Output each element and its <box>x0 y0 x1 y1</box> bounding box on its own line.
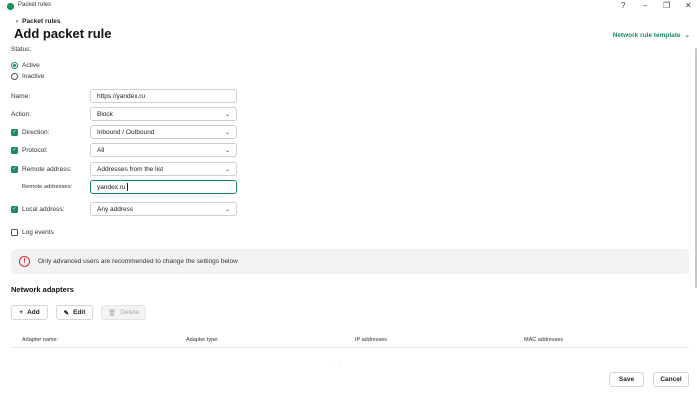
direction-label: Direction: <box>22 129 50 136</box>
radio-active[interactable]: Active <box>11 62 40 69</box>
local-address-select-value: Any address <box>97 205 134 213</box>
name-input-value: https://yandex.ru <box>97 92 146 100</box>
trash-icon: 🗑 <box>107 309 117 317</box>
action-select[interactable]: Block ⌄ <box>90 107 237 121</box>
column-adapter-type[interactable]: Adapter type: <box>186 337 219 343</box>
remote-address-checkbox[interactable]: ✓ <box>11 166 18 173</box>
radio-inactive-indicator[interactable] <box>11 73 18 80</box>
local-address-label: Local address: <box>22 206 65 213</box>
radio-active-label: Active <box>22 62 40 69</box>
direction-checkbox[interactable]: ✓ <box>11 129 18 136</box>
template-link-label: Network rule template <box>612 31 681 39</box>
vertical-scrollbar[interactable] <box>695 48 697 288</box>
back-link[interactable]: ‹ Packet rules <box>16 18 60 25</box>
back-label: Packet rules <box>22 18 61 25</box>
chevron-left-icon: ‹ <box>16 18 19 25</box>
column-mac-addresses[interactable]: MAC addresses <box>524 337 563 343</box>
pencil-icon: ✎ <box>63 309 70 317</box>
warning-text: Only advanced users are recommended to c… <box>38 258 238 265</box>
add-button-label: Add <box>27 309 40 316</box>
adapters-table-header: Adapter name: Adapter type: IP addresses… <box>11 332 689 348</box>
direction-row[interactable]: ✓ Direction: <box>11 129 49 136</box>
radio-active-indicator[interactable] <box>11 62 18 69</box>
chevron-down-icon: ⌄ <box>224 167 230 173</box>
name-input[interactable]: https://yandex.ru <box>90 89 237 103</box>
action-label: Action: <box>11 111 31 118</box>
protocol-select[interactable]: All ⌄ <box>90 143 237 157</box>
radio-inactive[interactable]: Inactive <box>11 73 44 80</box>
protocol-label: Protocol: <box>22 147 48 154</box>
protocol-select-value: All <box>97 146 105 154</box>
close-icon[interactable]: ✕ <box>685 1 692 10</box>
action-select-value: Block <box>97 110 113 118</box>
chevron-down-icon: ⌄ <box>224 207 230 213</box>
remote-address-select-value: Addresses from the list <box>97 165 164 173</box>
loading-indicator-icon: · · <box>333 361 344 367</box>
delete-button-label: Delete <box>120 309 140 316</box>
plus-icon: + <box>19 309 24 316</box>
network-rule-template-dropdown[interactable]: Network rule template ⌄ <box>612 31 690 40</box>
cancel-button[interactable]: Cancel <box>653 372 689 387</box>
remote-addresses-input[interactable]: yandex.ru <box>90 180 237 194</box>
warning-banner: ! Only advanced users are recommended to… <box>11 249 689 274</box>
edit-adapter-button[interactable]: ✎ Edit <box>56 305 93 320</box>
direction-select-value: Inbound / Outbound <box>97 128 155 136</box>
chevron-down-icon: ⌄ <box>684 32 690 39</box>
protocol-row[interactable]: ✓ Protocol: <box>11 147 48 154</box>
remote-address-select[interactable]: Addresses from the list ⌄ <box>90 162 237 176</box>
chevron-down-icon: ⌄ <box>224 130 230 136</box>
window-title: Packet rules <box>18 2 52 8</box>
protocol-checkbox[interactable]: ✓ <box>11 147 18 154</box>
chevron-down-icon: ⌄ <box>224 112 230 118</box>
warning-icon: ! <box>19 256 30 267</box>
remote-address-row[interactable]: ✓ Remote address: <box>11 166 72 173</box>
log-events-label: Log events <box>22 229 54 236</box>
status-label: Status: <box>11 46 32 53</box>
title-bar: Packet rules ? – ❐ ✕ <box>0 0 700 14</box>
column-ip-addresses[interactable]: IP addresses <box>355 337 387 343</box>
remote-address-label: Remote address: <box>22 166 72 173</box>
remote-addresses-label: Remote addresses: <box>22 184 73 190</box>
app-icon <box>7 3 14 10</box>
text-caret <box>126 183 128 191</box>
column-adapter-name[interactable]: Adapter name: <box>22 337 58 343</box>
help-icon[interactable]: ? <box>621 1 625 10</box>
add-adapter-button[interactable]: + Add <box>11 305 48 320</box>
network-adapters-title: Network adapters <box>11 285 74 294</box>
name-label: Name: <box>11 93 31 100</box>
restore-icon[interactable]: ❐ <box>663 1 670 10</box>
local-address-checkbox[interactable]: ✓ <box>11 206 18 213</box>
local-address-select[interactable]: Any address ⌄ <box>90 202 237 216</box>
chevron-down-icon: ⌄ <box>224 148 230 154</box>
direction-select[interactable]: Inbound / Outbound ⌄ <box>90 125 237 139</box>
local-address-row[interactable]: ✓ Local address: <box>11 206 64 213</box>
log-events-row[interactable]: Log events <box>11 229 54 236</box>
page-title: Add packet rule <box>14 26 112 41</box>
radio-inactive-label: Inactive <box>22 73 45 80</box>
log-events-checkbox[interactable] <box>11 229 18 236</box>
delete-adapter-button[interactable]: 🗑 Delete <box>101 305 146 320</box>
save-button[interactable]: Save <box>609 372 644 387</box>
remote-addresses-input-value: yandex.ru <box>97 183 126 191</box>
minimize-icon[interactable]: – <box>643 1 647 10</box>
edit-button-label: Edit <box>73 309 86 316</box>
